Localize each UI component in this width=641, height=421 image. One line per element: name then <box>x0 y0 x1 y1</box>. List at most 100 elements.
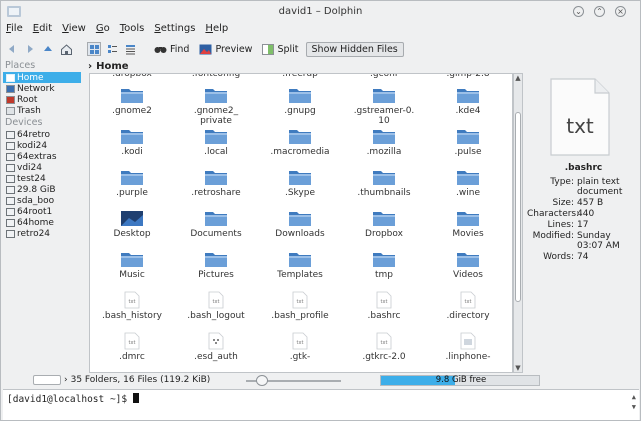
home-icon[interactable] <box>59 42 73 56</box>
file-name: .kde4 <box>455 106 481 116</box>
breadcrumb-home[interactable]: Home <box>96 61 128 72</box>
file-item[interactable]: .kodi <box>90 127 174 157</box>
title-bar[interactable]: david1 – Dolphin ⌄ ⌃ × <box>1 1 640 23</box>
file-item[interactable]: .macromedia <box>258 127 342 157</box>
file-item[interactable]: .gnome2 <box>90 86 174 116</box>
file-item[interactable]: Dropbox <box>342 209 426 239</box>
menu-settings[interactable]: Settings <box>153 23 196 39</box>
file-item[interactable]: Desktop <box>90 209 174 239</box>
text-file-icon: txt <box>124 332 140 350</box>
file-view[interactable]: .dropbox .fontconfig .freerdp .gconf .gimp-2… <box>89 73 513 373</box>
device-item[interactable]: 29.8 GiB <box>3 184 81 195</box>
file-item[interactable]: .mozilla <box>342 127 426 157</box>
file-item[interactable]: txt .bash_profile <box>258 291 342 321</box>
file-item[interactable]: Templates <box>258 250 342 280</box>
file-item[interactable]: .freerdp <box>258 74 342 79</box>
up-icon[interactable] <box>41 42 55 56</box>
file-item[interactable]: .fontconfig <box>174 74 258 79</box>
drive-icon <box>6 196 15 205</box>
icons-view-icon[interactable] <box>87 42 101 56</box>
places-item-trash[interactable]: Trash <box>3 105 81 116</box>
device-item[interactable]: sda_boo <box>3 195 81 206</box>
device-item[interactable]: retro24 <box>3 228 81 239</box>
file-view-scrollbar[interactable]: ▲ ▼ <box>513 73 523 373</box>
file-item[interactable]: .local <box>174 127 258 157</box>
scroll-down-icon[interactable]: ▼ <box>514 364 522 372</box>
file-item[interactable]: .wine <box>426 168 510 198</box>
file-item[interactable]: Pictures <box>174 250 258 280</box>
back-icon[interactable] <box>5 42 19 56</box>
zoom-slider-handle[interactable] <box>255 375 268 386</box>
device-item[interactable]: 64retro <box>3 129 81 140</box>
menu-tools[interactable]: Tools <box>119 23 146 39</box>
file-item[interactable]: .dropbox <box>90 74 174 79</box>
folder-icon <box>373 253 395 267</box>
file-item[interactable]: txt .bashrc <box>342 291 426 321</box>
file-item[interactable]: .esd_auth <box>174 332 258 362</box>
file-item[interactable]: txt .bash_history <box>90 291 174 321</box>
menu-file[interactable]: File <box>5 23 24 39</box>
terminal-panel[interactable]: [david1@localhost ~]$ ▲ ▼ <box>3 389 639 420</box>
horizontal-scrollbar[interactable] <box>33 375 61 385</box>
places-item-root[interactable]: Root <box>3 94 81 105</box>
file-item[interactable]: txt .bash_logout <box>174 291 258 321</box>
file-item[interactable]: .thumbnails <box>342 168 426 198</box>
file-name: Music <box>119 270 145 280</box>
file-item[interactable]: .pulse <box>426 127 510 157</box>
menu-help[interactable]: Help <box>204 23 229 39</box>
file-item[interactable]: Movies <box>426 209 510 239</box>
info-field: Type: plain text document <box>527 177 640 197</box>
file-item[interactable]: txt .gtkrc-2.0 <box>342 332 426 362</box>
file-item[interactable]: .gnome2_ private <box>174 86 258 126</box>
terminal-scrollbar[interactable]: ▲ ▼ <box>632 392 636 412</box>
close-icon[interactable]: × <box>615 6 626 17</box>
find-button[interactable]: Find <box>151 43 192 56</box>
compact-view-icon[interactable] <box>105 42 119 56</box>
device-item[interactable]: 64root1 <box>3 206 81 217</box>
device-item[interactable]: 64home <box>3 217 81 228</box>
scroll-right-icon[interactable]: › <box>64 375 68 385</box>
file-item[interactable]: txt .directory <box>426 291 510 321</box>
file-item[interactable]: Downloads <box>258 209 342 239</box>
device-item[interactable]: vdi24 <box>3 162 81 173</box>
places-item-home[interactable]: Home <box>3 72 81 83</box>
menu-view[interactable]: View <box>61 23 87 39</box>
file-item[interactable]: txt .gtk- <box>258 332 342 362</box>
device-label: test24 <box>17 173 46 184</box>
scroll-up-icon[interactable]: ▲ <box>514 74 522 82</box>
show-hidden-files-button[interactable]: Show Hidden Files <box>305 41 404 57</box>
file-item[interactable]: tmp <box>342 250 426 280</box>
forward-icon[interactable] <box>23 42 37 56</box>
file-item[interactable]: Documents <box>174 209 258 239</box>
places-item-network[interactable]: Network <box>3 83 81 94</box>
split-button[interactable]: Split <box>259 43 301 56</box>
file-item[interactable]: Music <box>90 250 174 280</box>
file-item[interactable]: .gstreamer-0. 10 <box>342 86 426 126</box>
terminal-line[interactable]: [david1@localhost ~]$ <box>7 393 139 405</box>
device-item[interactable]: test24 <box>3 173 81 184</box>
info-field-key: Lines: <box>547 220 574 230</box>
file-item[interactable]: .gimp-2.8 <box>426 74 510 79</box>
desktop-icon <box>121 211 143 226</box>
device-item[interactable]: 64extras <box>3 151 81 162</box>
file-item[interactable]: .Skype <box>258 168 342 198</box>
file-item[interactable]: .retroshare <box>174 168 258 198</box>
device-item[interactable]: kodi24 <box>3 140 81 151</box>
menu-go[interactable]: Go <box>95 23 111 39</box>
file-item[interactable]: txt .dmrc <box>90 332 174 362</box>
file-item[interactable]: .gnupg <box>258 86 342 116</box>
breadcrumb-chevron-icon[interactable]: › <box>88 61 92 72</box>
file-item[interactable]: .gconf <box>342 74 426 79</box>
folder-icon <box>289 89 311 103</box>
maximize-icon[interactable]: ⌃ <box>594 6 605 17</box>
details-view-icon[interactable] <box>123 42 137 56</box>
file-item[interactable]: .linphone- <box>426 332 510 362</box>
minimize-icon[interactable]: ⌄ <box>573 6 584 17</box>
file-item[interactable]: .purple <box>90 168 174 198</box>
file-item[interactable]: Videos <box>426 250 510 280</box>
file-item[interactable]: .kde4 <box>426 86 510 116</box>
preview-text: txt <box>566 114 594 138</box>
preview-button[interactable]: Preview <box>196 43 255 56</box>
menu-edit[interactable]: Edit <box>32 23 53 39</box>
scrollbar-thumb[interactable] <box>515 112 521 302</box>
